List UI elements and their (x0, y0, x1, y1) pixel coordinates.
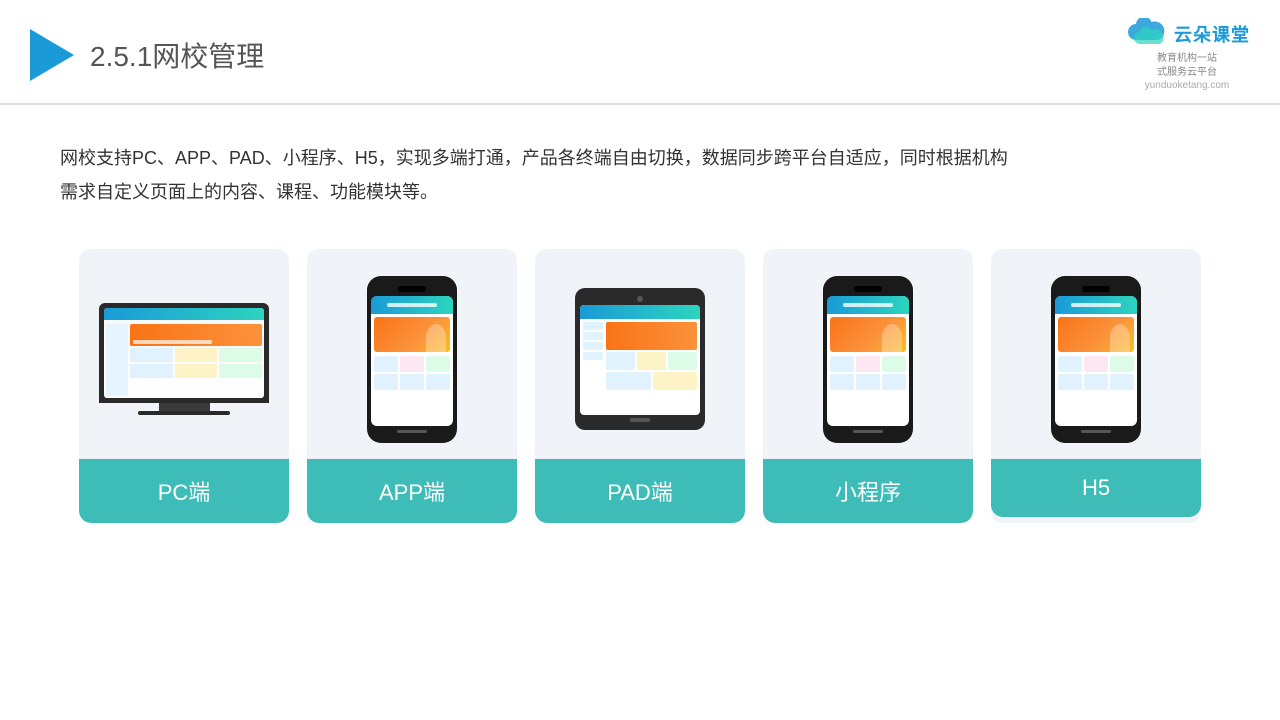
phone-mockup-miniapp (823, 276, 913, 443)
card-pad: PAD端 (535, 249, 745, 523)
card-miniapp-label: 小程序 (763, 459, 973, 523)
desc-line1: 网校支持PC、APP、PAD、小程序、H5，实现多端打通，产品各终端自由切换，数… (60, 141, 1220, 175)
card-pc-image (79, 249, 289, 459)
card-miniapp: 小程序 (763, 249, 973, 523)
card-h5-label: H5 (991, 459, 1201, 517)
logo-text: 云朵课堂 (1174, 21, 1250, 47)
card-miniapp-image (763, 249, 973, 459)
description-text: 网校支持PC、APP、PAD、小程序、H5，实现多端打通，产品各终端自由切换，数… (0, 105, 1280, 229)
card-pad-label: PAD端 (535, 459, 745, 523)
card-h5-image (991, 249, 1201, 459)
logo-subtitle: 教育机构一站 式服务云平台 (1157, 52, 1217, 80)
cloud-icon (1124, 18, 1168, 50)
phone-mockup-app (367, 276, 457, 443)
platform-cards: PC端 (0, 229, 1280, 553)
card-pad-image (535, 249, 745, 459)
card-app: APP端 (307, 249, 517, 523)
header: 2.5.1网校管理 云朵课堂 教育机构一站 式服务云平台 yunduoketan… (0, 0, 1280, 105)
card-pc-label: PC端 (79, 459, 289, 523)
page-title: 2.5.1网校管理 (90, 35, 264, 75)
title-number: 2.5.1 (90, 41, 152, 72)
phone-mockup-h5 (1051, 276, 1141, 443)
pc-mockup (99, 303, 269, 415)
card-app-label: APP端 (307, 459, 517, 523)
logo-cloud: 云朵课堂 (1124, 18, 1250, 50)
card-pc: PC端 (79, 249, 289, 523)
desc-line2: 需求自定义页面上的内容、课程、功能模块等。 (60, 175, 1220, 209)
logo-domain: yunduoketang.com (1145, 80, 1230, 91)
logo-triangle-icon (30, 29, 74, 81)
title-cn: 网校管理 (152, 41, 264, 72)
card-app-image (307, 249, 517, 459)
header-left: 2.5.1网校管理 (30, 29, 264, 81)
brand-logo: 云朵课堂 教育机构一站 式服务云平台 yunduoketang.com (1124, 18, 1250, 91)
card-h5: H5 (991, 249, 1201, 523)
tablet-mockup (575, 288, 705, 430)
